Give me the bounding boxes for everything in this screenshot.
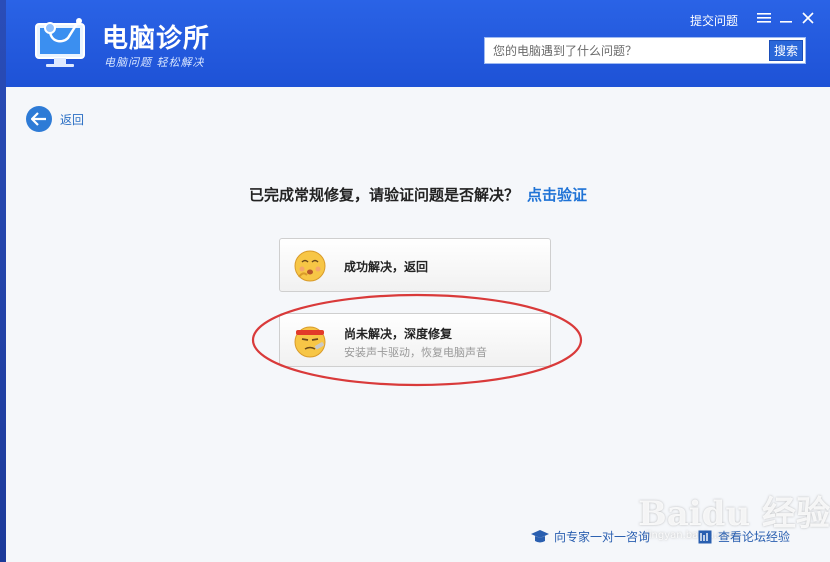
expert-consult-link[interactable]: 向专家一对一咨询 (530, 528, 650, 545)
question-text: 已完成常规修复，请验证问题是否解决？ (248, 186, 519, 204)
back-arrow-icon (26, 106, 52, 132)
forum-experience-link[interactable]: 查看论坛经验 (698, 528, 790, 545)
option-title: 成功解决，返回 (344, 260, 429, 274)
title-bar: 电脑诊所 电脑问题 轻松解决 提交问题 搜索 (6, 0, 830, 87)
back-label: 返回 (60, 112, 85, 127)
submit-question-link[interactable]: 提交问题 (690, 12, 738, 29)
expert-consult-label: 向专家一对一咨询 (554, 530, 651, 544)
option-solved-button[interactable]: 成功解决，返回 (279, 238, 551, 292)
search-button[interactable]: 搜索 (769, 40, 803, 61)
search-input[interactable] (485, 38, 767, 63)
search-box: 搜索 (484, 37, 806, 64)
minimize-icon[interactable] (776, 8, 796, 28)
pleased-face-icon (294, 250, 326, 282)
forum-experience-label: 查看论坛经验 (718, 530, 791, 544)
menu-icon[interactable] (754, 8, 774, 28)
determined-face-icon (294, 326, 326, 358)
app-title: 电脑诊所 (102, 24, 211, 54)
app-slogan: 电脑问题 轻松解决 (104, 56, 205, 69)
close-icon[interactable] (798, 8, 818, 28)
graduation-cap-icon (531, 529, 549, 542)
forum-icon (698, 530, 712, 543)
option-subtitle: 安装声卡驱动，恢复电脑声音 (344, 346, 487, 359)
verify-question: 已完成常规修复，请验证问题是否解决？ 点击验证 (6, 184, 830, 205)
option-deep-repair-button[interactable]: 尚未解决，深度修复 安装声卡驱动，恢复电脑声音 (279, 313, 551, 367)
verify-link[interactable]: 点击验证 (527, 186, 587, 204)
app-window: 电脑诊所 电脑问题 轻松解决 提交问题 搜索 返回 已完成常规修复，请验证问题是… (6, 0, 830, 562)
monitor-stethoscope-icon (35, 18, 85, 67)
back-button[interactable]: 返回 (26, 106, 84, 132)
option-title: 尚未解决，深度修复 (344, 327, 453, 341)
